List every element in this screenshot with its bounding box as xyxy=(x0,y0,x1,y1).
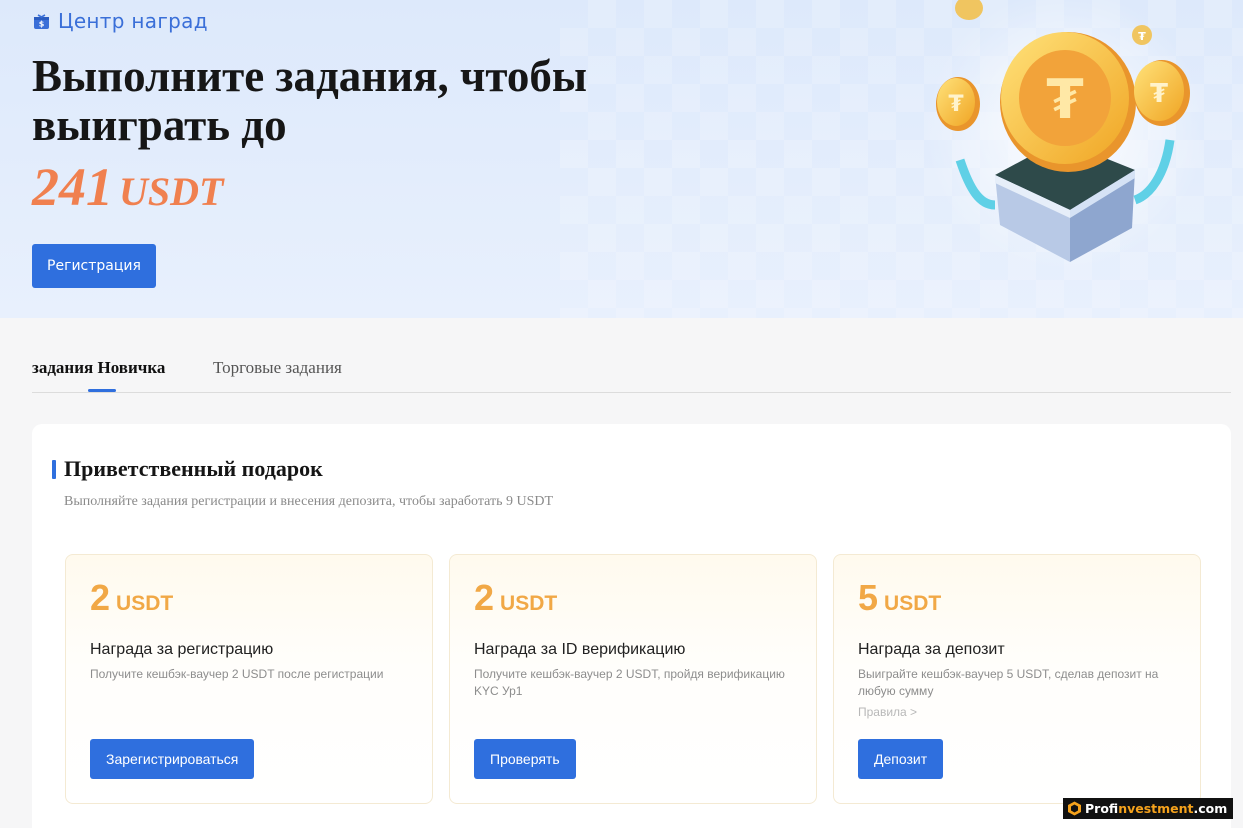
card-amount: 2 USDT xyxy=(90,577,173,619)
watermark-part-3: .com xyxy=(1193,801,1228,816)
reward-card-deposit: 5 USDT Награда за депозит Выиграйте кешбэ… xyxy=(833,554,1201,804)
card-description: Выиграйте кешбэк-ваучер 5 USDT, сделав д… xyxy=(858,667,1159,698)
section-subtitle: Выполняйте задания регистрации и внесени… xyxy=(64,494,554,509)
watermark-part-2: investment xyxy=(1118,801,1194,816)
register-button[interactable]: Регистрация xyxy=(32,244,156,288)
section-accent-bar xyxy=(52,460,56,479)
watermark-text: Profinvestment.com xyxy=(1085,801,1227,816)
max-reward-value: 241 xyxy=(32,157,113,217)
card-amount-currency: USDT xyxy=(116,592,174,615)
tab-trading-tasks[interactable]: Торговые задания xyxy=(213,358,342,378)
section-title: Приветственный подарок xyxy=(64,456,323,481)
svg-text:₮: ₮ xyxy=(1138,30,1146,43)
page-title: Выполните задания, чтобы выиграть до xyxy=(32,51,587,150)
card-amount: 5 USDT xyxy=(858,577,941,619)
reward-card-verification: 2 USDT Награда за ID верификацию Получите… xyxy=(449,554,817,804)
hero-banner: $ Центр наград Выполните задания, чтобы … xyxy=(0,0,1243,318)
svg-text:₮: ₮ xyxy=(1046,68,1084,131)
svg-text:$: $ xyxy=(39,19,45,28)
max-reward-currency: USDT xyxy=(119,169,224,214)
card-title: Награда за регистрацию xyxy=(90,641,274,658)
card-description: Получите кешбэк-ваучер 2 USDT после реги… xyxy=(90,667,384,681)
welcome-gift-panel: Приветственный подарок Выполняйте задани… xyxy=(32,424,1231,828)
card-amount-currency: USDT xyxy=(884,592,942,615)
card-amount-value: 5 xyxy=(858,577,879,618)
card-amount-value: 2 xyxy=(474,577,495,618)
gift-icon: $ xyxy=(34,13,49,29)
breadcrumb-label: Центр наград xyxy=(58,9,208,33)
deposit-button[interactable]: Депозит xyxy=(858,739,944,779)
max-reward-amount: 241 USDT xyxy=(32,156,223,218)
card-amount: 2 USDT xyxy=(474,577,557,619)
profinvestment-logo-icon xyxy=(1068,801,1081,816)
active-tab-indicator xyxy=(88,389,116,392)
sign-up-button[interactable]: Зарегистрироваться xyxy=(90,739,255,779)
card-amount-currency: USDT xyxy=(500,592,558,615)
breadcrumb[interactable]: $ Центр наград xyxy=(33,9,208,33)
card-amount-value: 2 xyxy=(90,577,111,618)
rules-link[interactable]: Правила > xyxy=(858,705,917,719)
watermark-part-1: Prof xyxy=(1085,801,1119,816)
verify-button[interactable]: Проверять xyxy=(474,739,576,779)
coins-box-illustration: ₮ ₮ ₮ ₮ xyxy=(925,0,1205,270)
card-description: Получите кешбэк-ваучер 2 USDT, пройдя ве… xyxy=(474,667,785,698)
task-tabs: задания Новичка Торговые задания xyxy=(32,344,1231,393)
svg-text:₮: ₮ xyxy=(1150,79,1168,109)
svg-text:₮: ₮ xyxy=(948,92,964,117)
card-title: Награда за ID верификацию xyxy=(474,641,686,658)
site-watermark: Profinvestment.com xyxy=(1063,798,1233,819)
card-title: Награда за депозит xyxy=(858,641,1005,658)
reward-card-registration: 2 USDT Награда за регистрацию Получите ке… xyxy=(65,554,433,804)
tab-newbie-tasks[interactable]: задания Новичка xyxy=(32,358,165,378)
